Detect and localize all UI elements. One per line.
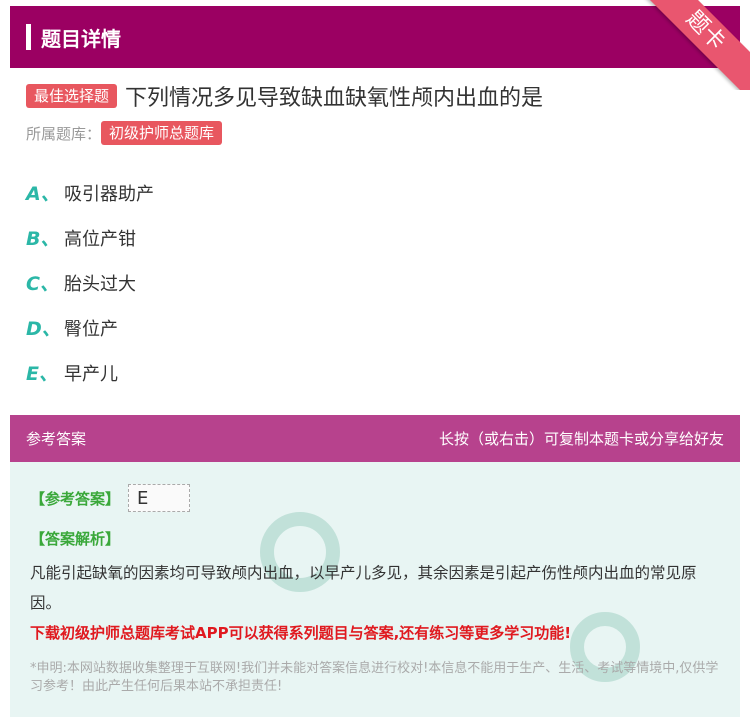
bank-label: 所属题库： — [26, 124, 102, 143]
option-letter: D、 — [26, 318, 61, 340]
page-title: 题目详情 — [41, 26, 121, 51]
question-type-badge: 最佳选择题 — [26, 84, 118, 108]
answer-row: 【参考答案】 E — [30, 484, 191, 512]
option-text: 高位产钳 — [64, 228, 136, 250]
answer-label: 【参考答案】 — [30, 489, 121, 508]
option-a[interactable]: A、 吸引器助产 — [26, 170, 154, 215]
answer-header: 参考答案 长按（或右击）可复制本题卡或分享给好友 — [10, 415, 740, 462]
option-text: 胎头过大 — [64, 273, 136, 295]
analysis-text: 凡能引起缺氧的因素均可导致颅内出血，以早产儿多见，其余因素是引起产伤性颅内出血的… — [30, 564, 697, 612]
option-text: 吸引器助产 — [64, 183, 154, 205]
option-c[interactable]: C、 胎头过大 — [26, 260, 154, 305]
option-text: 早产儿 — [64, 363, 118, 385]
option-letter: E、 — [26, 363, 58, 385]
disclaimer-text: *申明:本网站数据收集整理于互联网!我们并未能对答案信息进行校对!本信息不能用于… — [30, 661, 719, 694]
question-row: 最佳选择题 下列情况多见导致缺血缺氧性颅内出血的是 — [26, 80, 543, 112]
answer-value: E — [128, 484, 191, 512]
option-letter: A、 — [26, 183, 60, 205]
question-bank-row: 所属题库： 初级护师总题库 — [26, 121, 223, 145]
bank-tag[interactable]: 初级护师总题库 — [101, 121, 223, 145]
option-b[interactable]: B、 高位产钳 — [26, 215, 154, 260]
option-d[interactable]: D、 臀位产 — [26, 305, 154, 350]
option-e[interactable]: E、 早产儿 — [26, 350, 154, 395]
corner-ribbon[interactable]: 题卡 — [630, 0, 750, 90]
option-text: 臀位产 — [64, 318, 118, 340]
options-list: A、 吸引器助产 B、 高位产钳 C、 胎头过大 D、 臀位产 E、 早产儿 — [26, 170, 154, 395]
ribbon-label: 题卡 — [632, 0, 750, 90]
question-title: 下列情况多见导致缺血缺氧性颅内出血的是 — [125, 86, 544, 111]
answer-section-title: 参考答案 — [26, 430, 87, 448]
option-letter: B、 — [26, 228, 60, 250]
option-letter: C、 — [26, 273, 59, 295]
app-promo-link[interactable]: 下载初级护师总题库考试APP可以获得系列题目与答案,还有练习等更多学习功能! — [30, 622, 571, 643]
analysis-label: 【答案解析】 — [30, 530, 121, 548]
header-accent-bar — [26, 24, 31, 50]
answer-body: 【参考答案】 E 【答案解析】 凡能引起缺氧的因素均可导致颅内出血，以早产儿多见… — [10, 462, 740, 717]
share-hint: 长按（或右击）可复制本题卡或分享给好友 — [438, 430, 724, 448]
